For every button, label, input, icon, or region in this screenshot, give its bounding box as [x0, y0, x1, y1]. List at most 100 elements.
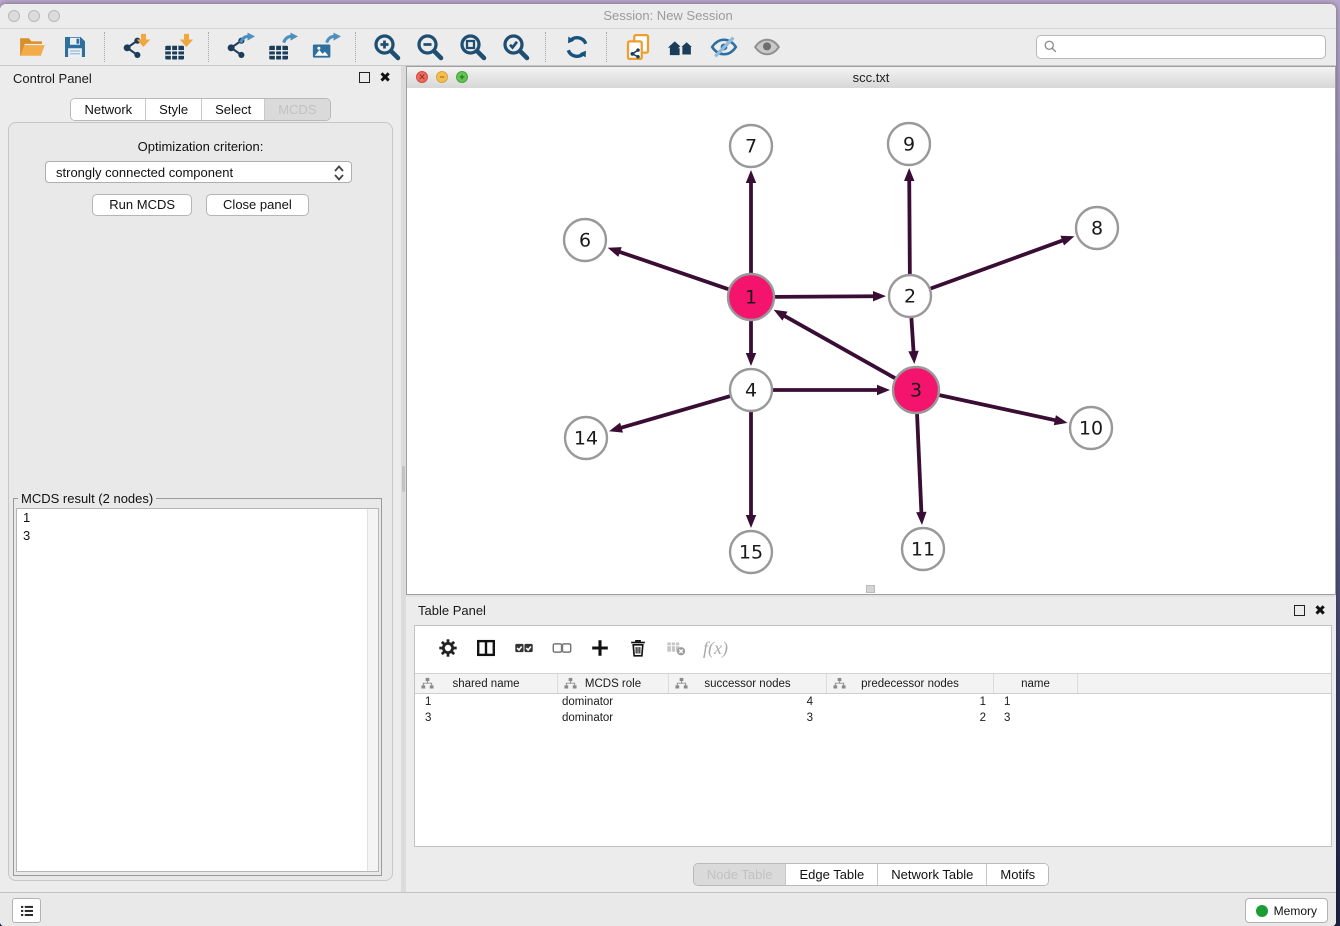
select-all-icon[interactable]: [511, 635, 537, 661]
graph-edge-3-10[interactable]: [939, 395, 1056, 420]
graph-node-7[interactable]: 7: [730, 125, 772, 167]
tab-edge-table[interactable]: Edge Table: [785, 864, 877, 885]
memory-button[interactable]: Memory: [1245, 898, 1328, 923]
close-panel-icon[interactable]: ✖: [379, 72, 391, 83]
edge-arrowhead: [746, 353, 756, 366]
graph-node-15[interactable]: 15: [730, 531, 772, 573]
edge-arrowhead: [877, 385, 890, 395]
table-cell[interactable]: dominator: [558, 694, 669, 710]
export-network-icon[interactable]: [223, 31, 256, 63]
graph-node-11[interactable]: 11: [902, 528, 944, 570]
show-all-icon[interactable]: [750, 31, 783, 63]
task-history-button[interactable]: [12, 898, 41, 923]
graph-edge-1-2[interactable]: [775, 296, 875, 297]
table-row[interactable]: 1dominator411: [415, 694, 1331, 710]
tab-mcds[interactable]: MCDS: [264, 99, 329, 120]
column-header-predecessor-nodes[interactable]: predecessor nodes: [827, 674, 994, 693]
tab-network[interactable]: Network: [71, 99, 145, 120]
network-window-titlebar: ✕ − + scc.txt: [407, 67, 1335, 89]
graph-edge-2-9[interactable]: [909, 179, 910, 274]
table-row[interactable]: 3dominator323: [415, 710, 1331, 726]
network-canvas[interactable]: 7 9 6 8 1 2 4 3 14 10 15 11: [407, 88, 1335, 594]
result-scrollbar[interactable]: [367, 509, 378, 871]
open-file-icon[interactable]: [15, 31, 48, 63]
tab-node-table[interactable]: Node Table: [694, 864, 786, 885]
export-image-icon[interactable]: [309, 31, 342, 63]
svg-text:1: 1: [745, 287, 757, 309]
table-cell[interactable]: 3: [994, 710, 1078, 726]
graph-node-10[interactable]: 10: [1070, 407, 1112, 449]
edge-arrowhead: [746, 170, 756, 183]
save-session-icon[interactable]: [58, 31, 91, 63]
apply-layout-icon[interactable]: [560, 31, 593, 63]
column-header-MCDS-role[interactable]: MCDS role: [558, 674, 669, 693]
float-panel-icon[interactable]: [359, 72, 370, 83]
column-header-shared-name[interactable]: shared name: [415, 674, 558, 693]
zoom-out-icon[interactable]: [413, 31, 446, 63]
run-mcds-button[interactable]: Run MCDS: [92, 194, 192, 216]
canvas-resize-grip[interactable]: [866, 585, 875, 593]
search-input[interactable]: [1036, 35, 1326, 59]
graph-edge-2-8[interactable]: [931, 240, 1064, 289]
table-cell[interactable]: 3: [415, 710, 558, 726]
delete-column-icon[interactable]: [625, 635, 651, 661]
table-cell[interactable]: 3: [669, 710, 827, 726]
graph-edge-3-11[interactable]: [917, 414, 921, 514]
tab-motifs[interactable]: Motifs: [986, 864, 1048, 885]
graph-edge-4-14[interactable]: [620, 396, 730, 428]
graph-node-1[interactable]: 1: [728, 274, 774, 320]
close-table-panel-icon[interactable]: ✖: [1314, 605, 1326, 616]
close-panel-button[interactable]: Close panel: [206, 194, 309, 216]
tab-network-table[interactable]: Network Table: [877, 864, 986, 885]
graph-edge-3-1[interactable]: [783, 315, 895, 378]
edge-arrowhead: [873, 291, 886, 301]
column-header-name[interactable]: name: [994, 674, 1078, 693]
table-toolbar: f(x): [415, 626, 1331, 670]
svg-text:6: 6: [579, 230, 591, 252]
table-cell[interactable]: 2: [827, 710, 994, 726]
hide-selected-icon[interactable]: [707, 31, 740, 63]
graph-edge-2-3[interactable]: [911, 318, 913, 353]
toolbar-separator: [545, 32, 547, 62]
graph-node-2[interactable]: 2: [889, 275, 931, 317]
add-column-icon[interactable]: [587, 635, 613, 661]
list-icon: [18, 902, 36, 920]
first-neighbors-icon[interactable]: [664, 31, 697, 63]
network-window: ✕ − + scc.txt 7 9 6 8 1 2 4 3 14 10 15 11: [406, 66, 1336, 595]
toolbar-separator: [208, 32, 210, 62]
graph-node-4[interactable]: 4: [730, 369, 772, 411]
svg-text:4: 4: [745, 380, 757, 402]
zoom-in-icon[interactable]: [370, 31, 403, 63]
tab-select[interactable]: Select: [201, 99, 264, 120]
copy-network-icon[interactable]: [621, 31, 654, 63]
table-cell[interactable]: dominator: [558, 710, 669, 726]
table-cell[interactable]: 1: [994, 694, 1078, 710]
deselect-all-icon[interactable]: [549, 635, 575, 661]
zoom-fit-icon[interactable]: [456, 31, 489, 63]
graph-node-8[interactable]: 8: [1076, 207, 1118, 249]
column-header-successor-nodes[interactable]: successor nodes: [669, 674, 827, 693]
tab-style[interactable]: Style: [145, 99, 201, 120]
graph-edge-1-6[interactable]: [618, 251, 728, 289]
gear-icon[interactable]: [435, 635, 461, 661]
table-cell[interactable]: 1: [415, 694, 558, 710]
graph-node-3[interactable]: 3: [893, 367, 939, 413]
export-table-icon[interactable]: [266, 31, 299, 63]
edge-arrowhead: [609, 423, 623, 433]
graph-node-14[interactable]: 14: [565, 417, 607, 459]
table-cell[interactable]: 1: [827, 694, 994, 710]
optimization-dropdown[interactable]: strongly connected component: [45, 161, 352, 183]
svg-text:10: 10: [1079, 418, 1103, 440]
graph-node-6[interactable]: 6: [564, 219, 606, 261]
table-cell[interactable]: 4: [669, 694, 827, 710]
graph-svg[interactable]: 7 9 6 8 1 2 4 3 14 10 15 11: [407, 88, 1335, 594]
split-columns-icon[interactable]: [473, 635, 499, 661]
float-table-panel-icon[interactable]: [1294, 605, 1305, 616]
memory-label: Memory: [1274, 904, 1317, 918]
graph-node-9[interactable]: 9: [888, 123, 930, 165]
mcds-result-node: 3: [17, 527, 378, 545]
mcds-result-list[interactable]: 13: [16, 508, 379, 872]
zoom-selected-icon[interactable]: [499, 31, 532, 63]
import-table-icon[interactable]: [162, 31, 195, 63]
import-network-icon[interactable]: [119, 31, 152, 63]
